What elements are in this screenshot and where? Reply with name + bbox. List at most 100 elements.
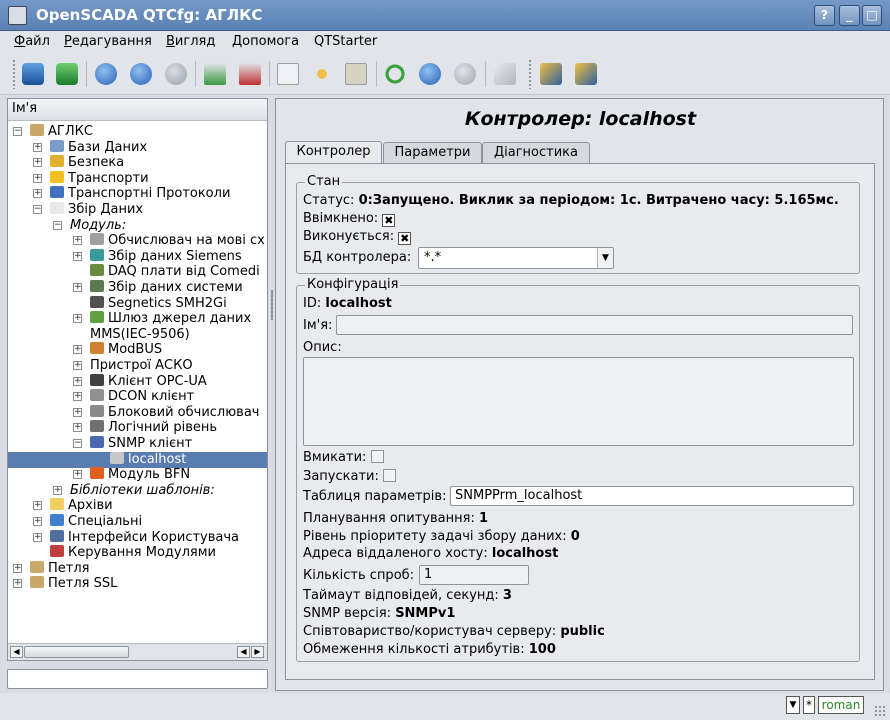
module-tool-button[interactable] (537, 60, 565, 88)
forward-button[interactable] (162, 60, 190, 88)
scroll-left-arrow-icon[interactable]: ◀ (10, 646, 23, 658)
tree-item[interactable]: Безпека (50, 155, 124, 171)
module-tool2-button[interactable] (572, 60, 600, 88)
tree-expander-icon[interactable]: − (73, 439, 82, 448)
running-checkbox[interactable]: ✖ (398, 232, 412, 245)
resize-grip[interactable] (874, 705, 886, 717)
delete-item-button[interactable] (236, 60, 264, 88)
tab-diagnostics[interactable]: Діагностика (482, 142, 590, 163)
paste-button[interactable] (342, 60, 370, 88)
back-button[interactable] (127, 60, 155, 88)
tree-item[interactable]: Керування Модулями (50, 545, 216, 561)
db-load-button[interactable] (19, 60, 47, 88)
tree-item[interactable]: Збір даних системи (90, 280, 243, 296)
retries-input[interactable]: 1 (419, 565, 529, 585)
tree-expander-icon[interactable]: + (73, 407, 82, 417)
scroll-right-arrow-icon[interactable]: ▶ (251, 646, 264, 658)
tree-expander-icon[interactable]: + (73, 376, 82, 386)
tree-expander-icon[interactable]: + (33, 501, 42, 511)
tree-item[interactable]: Обчислювач на мові сх (90, 233, 265, 249)
maximize-button[interactable]: □ (862, 5, 882, 26)
name-input[interactable] (336, 315, 853, 335)
help-button[interactable]: ? (814, 5, 835, 26)
tree-item[interactable]: Блоковий обчислювач (90, 404, 260, 421)
menu-file[interactable]: Файл (14, 34, 50, 49)
add-item-button[interactable] (201, 60, 229, 88)
tree-expander-icon[interactable]: + (33, 173, 42, 183)
tree-expander-icon[interactable]: − (53, 220, 62, 230)
description-textarea[interactable] (303, 357, 854, 446)
tree-expander-icon[interactable]: + (73, 251, 82, 261)
scroll-left-arrow-icon[interactable]: ◀ (237, 646, 250, 658)
tree-expander-icon[interactable]: + (73, 470, 82, 480)
tree-expander-icon[interactable]: + (33, 517, 42, 526)
tree-expander-icon[interactable]: + (13, 579, 22, 589)
tree-item[interactable]: Модуль: (70, 218, 126, 234)
tree-item[interactable]: Бази Даних (50, 139, 147, 156)
tree-header[interactable]: Ім'я (8, 99, 267, 121)
menu-help[interactable]: Допомога (232, 34, 299, 49)
db-save-button[interactable] (53, 60, 81, 88)
info-button[interactable] (491, 60, 519, 88)
tree-item[interactable]: Петля (30, 560, 89, 577)
db-select[interactable]: *.* ▼ (418, 247, 614, 269)
navigation-tree[interactable]: − АГЛКС + Бази Даних + Безпека + Транспорти + Тра… (8, 122, 267, 642)
minimize-button[interactable]: _ (839, 5, 860, 26)
tree-item[interactable]: DAQ плати від Comedi (90, 264, 260, 280)
enabled-checkbox[interactable]: ✖ (382, 214, 396, 227)
tree-expander-icon[interactable]: + (73, 314, 82, 324)
to-enable-checkbox[interactable] (370, 450, 384, 463)
menu-view[interactable]: Вигляд (166, 34, 215, 49)
tree-item[interactable]: Клієнт OPC-UA (90, 373, 207, 390)
chevron-down-icon[interactable]: ▼ (597, 248, 613, 268)
tree-expander-icon[interactable]: + (73, 283, 82, 292)
tree-expander-icon[interactable]: + (73, 361, 82, 370)
tree-item[interactable]: Збір Даних (50, 202, 143, 218)
tab-controller[interactable]: Контролер (285, 141, 382, 163)
tree-item[interactable]: Segnetics SMH2Gi (90, 295, 227, 312)
tree-item[interactable]: Спеціальні (50, 514, 142, 530)
panel-splitter[interactable] (271, 290, 273, 320)
tree-expander-icon[interactable]: + (33, 189, 42, 199)
toolbar-grip[interactable] (12, 59, 16, 89)
tree-expander-icon[interactable]: − (13, 127, 22, 136)
tree-item[interactable]: АГЛКС (30, 124, 93, 140)
refresh-button[interactable] (381, 60, 409, 88)
tree-item[interactable]: Логічний рівень (90, 420, 217, 436)
tree-expander-icon[interactable]: + (33, 142, 42, 152)
tree-item[interactable]: Транспортні Протоколи (50, 186, 230, 202)
tree-item[interactable]: Модуль BFN (90, 467, 190, 483)
tree-horizontal-scrollbar[interactable]: ◀ ◀ ▶ (8, 643, 267, 660)
tree-item[interactable]: ModBUS (90, 342, 162, 358)
user-indicator[interactable]: roman (818, 696, 864, 714)
scroll-thumb[interactable] (24, 646, 129, 658)
tree-expander-icon[interactable]: + (53, 485, 62, 495)
tree-expander-icon[interactable]: + (73, 236, 82, 246)
copy-button[interactable] (274, 60, 302, 88)
cut-button[interactable] (308, 60, 336, 88)
tree-item[interactable]: localhost (8, 451, 267, 468)
tree-expander-icon[interactable]: + (33, 532, 42, 542)
app-icon[interactable] (8, 6, 27, 25)
tree-expander-icon[interactable]: + (73, 345, 82, 355)
tree-item[interactable]: Архіви (50, 498, 113, 514)
up-button[interactable] (92, 60, 120, 88)
tree-item[interactable]: Збір даних Siemens (90, 248, 242, 265)
tree-item[interactable]: Інтерфейси Користувача (50, 529, 239, 546)
tab-parameters[interactable]: Параметри (383, 142, 482, 163)
tree-expander-icon[interactable]: + (33, 158, 42, 168)
tree-item[interactable]: Шлюз джерел даних (90, 311, 251, 327)
prm-table-input[interactable]: SNMPPrm_localhost (450, 486, 854, 506)
to-start-checkbox[interactable] (383, 469, 397, 482)
tree-item[interactable]: Петля SSL (30, 576, 117, 592)
toolbar-grip[interactable] (528, 59, 532, 89)
menu-qtstarter[interactable]: QTStarter (314, 34, 377, 49)
tree-item[interactable]: SNMP клієнт (90, 436, 192, 452)
start-button[interactable] (416, 60, 444, 88)
tree-item[interactable]: Бібліотеки шаблонів: (70, 483, 215, 499)
tree-expander-icon[interactable]: + (13, 563, 22, 573)
tree-item[interactable]: Пристрої АСКО (90, 358, 193, 374)
menu-edit[interactable]: Редагування (64, 34, 152, 49)
tree-item[interactable]: Транспорти (50, 170, 149, 187)
tree-item[interactable]: DCON клієнт (90, 389, 194, 405)
